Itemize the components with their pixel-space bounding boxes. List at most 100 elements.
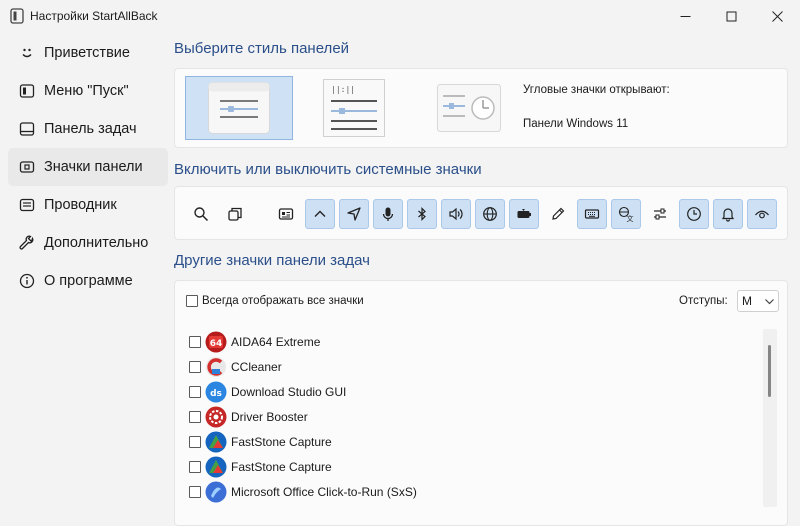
spacing-label: Отступы:	[679, 295, 728, 307]
minimize-icon	[680, 15, 690, 17]
tray-icons-icon	[18, 158, 36, 176]
list-item[interactable]: 64 AIDA64 Extreme	[189, 329, 749, 354]
style-option-windows11[interactable]	[185, 76, 293, 140]
taskbar-icon	[18, 120, 36, 138]
language-icon[interactable]: 文	[611, 199, 641, 229]
spacing-value: M	[742, 294, 752, 308]
info-icon	[18, 272, 36, 290]
chevron-down-icon	[765, 299, 774, 305]
bluetooth-icon[interactable]	[407, 199, 437, 229]
app-list: 64 AIDA64 Extreme CCleaner ds Download S…	[189, 329, 749, 504]
bell-icon[interactable]	[713, 199, 743, 229]
panel-style-card: ||:|| Угловые значки открывают: Панели W…	[174, 68, 788, 148]
sidebar-item-start-menu[interactable]: Меню "Пуск"	[8, 72, 168, 110]
sidebar-item-label: Приветствие	[44, 45, 130, 61]
pen-icon[interactable]	[543, 199, 573, 229]
spacing-dropdown[interactable]: M	[737, 290, 779, 312]
wrench-icon	[18, 234, 36, 252]
title-bar: Настройки StartAllBack	[0, 0, 800, 32]
eye-icon[interactable]	[747, 199, 777, 229]
list-item[interactable]: CCleaner	[189, 354, 749, 379]
minimize-button[interactable]	[662, 0, 708, 32]
settings-sliders-icon[interactable]	[645, 199, 675, 229]
faststone-icon	[205, 456, 227, 478]
app-checkbox[interactable]	[189, 460, 201, 473]
app-checkbox[interactable]	[189, 485, 201, 498]
clock-panel-preview-icon	[437, 84, 501, 132]
svg-text:文: 文	[627, 214, 634, 222]
maximize-button[interactable]	[708, 0, 754, 32]
svg-text:||:||: ||:||	[331, 85, 355, 94]
network-icon[interactable]	[475, 199, 505, 229]
app-icon	[10, 8, 24, 24]
show-all-icons-checkbox[interactable]: Всегда отображать все значки	[186, 295, 364, 307]
location-icon[interactable]	[339, 199, 369, 229]
microphone-icon[interactable]	[373, 199, 403, 229]
app-label: Driver Booster	[231, 409, 308, 424]
app-label: CCleaner	[231, 359, 282, 374]
close-button[interactable]	[754, 0, 800, 32]
style-option-classic[interactable]: ||:||	[300, 76, 408, 140]
download-studio-icon: ds	[205, 381, 227, 403]
keyboard-icon[interactable]	[577, 199, 607, 229]
sidebar-item-label: Проводник	[44, 197, 117, 213]
svg-text:ds: ds	[210, 389, 222, 399]
sidebar-item-tray-icons[interactable]: Значки панели	[8, 148, 168, 186]
app-checkbox[interactable]	[189, 410, 201, 423]
app-label: FastStone Capture	[231, 434, 332, 449]
scrollbar-thumb[interactable]	[768, 345, 771, 397]
system-icons-card: 文	[174, 186, 788, 240]
corner-icons-value[interactable]: Панели Windows 11	[523, 118, 628, 130]
office-icon	[205, 481, 227, 503]
list-item[interactable]: Microsoft Office Click-to-Run (SxS)	[189, 479, 749, 504]
sidebar-item-about[interactable]: О программе	[8, 262, 168, 300]
app-checkbox[interactable]	[189, 360, 201, 373]
list-item[interactable]: FastStone Capture	[189, 454, 749, 479]
folder-icon	[18, 196, 36, 214]
search-icon[interactable]	[186, 199, 216, 229]
app-list-scrollbar[interactable]	[763, 329, 777, 507]
news-icon[interactable]	[271, 199, 301, 229]
battery-icon[interactable]	[509, 199, 539, 229]
classic-panel-preview-icon: ||:||	[323, 79, 385, 137]
style-option-clock[interactable]	[415, 76, 523, 140]
corner-icons-label: Угловые значки открывают:	[523, 84, 670, 96]
app-label: Download Studio GUI	[231, 384, 347, 399]
windows11-panel-preview-icon	[208, 82, 270, 134]
maximize-icon	[726, 11, 736, 21]
start-menu-icon	[18, 82, 36, 100]
other-icons-card: Всегда отображать все значки Отступы: M …	[174, 280, 788, 526]
chevron-up-icon[interactable]	[305, 199, 335, 229]
aida64-icon: 64	[205, 331, 227, 353]
clock-icon[interactable]	[679, 199, 709, 229]
sidebar-item-advanced[interactable]: Дополнительно	[8, 224, 168, 262]
sidebar-item-label: О программе	[44, 273, 133, 289]
list-item[interactable]: FastStone Capture	[189, 429, 749, 454]
app-checkbox[interactable]	[189, 385, 201, 398]
list-item[interactable]: Driver Booster	[189, 404, 749, 429]
window-title: Настройки StartAllBack	[30, 9, 158, 23]
app-label: Microsoft Office Click-to-Run (SxS)	[231, 484, 417, 499]
driver-booster-icon	[205, 406, 227, 428]
checkbox-box[interactable]	[186, 295, 198, 307]
sidebar: Приветствие Меню "Пуск" Панель задач Зна…	[8, 34, 168, 300]
list-item[interactable]: ds Download Studio GUI	[189, 379, 749, 404]
app-label: FastStone Capture	[231, 459, 332, 474]
smile-icon	[18, 44, 36, 62]
task-view-icon[interactable]	[220, 199, 250, 229]
other-icons-heading: Другие значки панели задач	[174, 252, 370, 269]
volume-icon[interactable]	[441, 199, 471, 229]
sidebar-item-explorer[interactable]: Проводник	[8, 186, 168, 224]
panel-style-heading: Выберите стиль панелей	[174, 40, 350, 57]
app-label: AIDA64 Extreme	[231, 334, 321, 349]
app-checkbox[interactable]	[189, 435, 201, 448]
sidebar-item-taskbar[interactable]: Панель задач	[8, 110, 168, 148]
faststone-icon	[205, 431, 227, 453]
sidebar-item-label: Меню "Пуск"	[44, 83, 129, 99]
sidebar-item-welcome[interactable]: Приветствие	[8, 34, 168, 72]
system-icons-heading: Включить или выключить системные значки	[174, 161, 482, 178]
svg-text:64: 64	[210, 339, 223, 349]
app-checkbox[interactable]	[189, 335, 201, 348]
sidebar-item-label: Дополнительно	[44, 235, 149, 251]
close-icon	[771, 10, 783, 22]
